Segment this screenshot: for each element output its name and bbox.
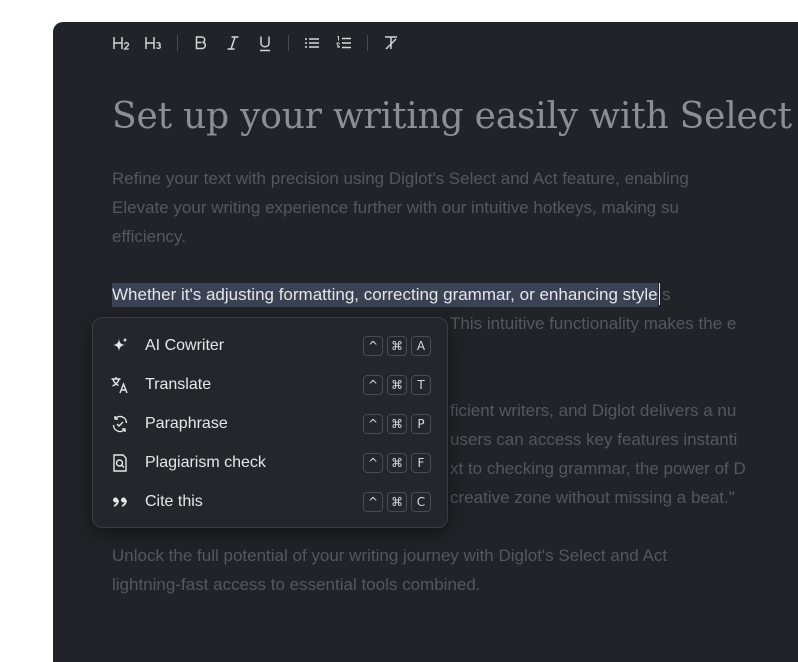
key-command: ⌘ [387,336,407,357]
key-letter: F [411,452,431,473]
paragraph-line: lightning-fast access to essential tools… [112,575,481,594]
select-and-act-menu: AI Cowriter ^ ⌘ A Translate ^ ⌘ T Paraph… [92,317,448,528]
formatting-toolbar [111,30,412,56]
clear-formatting-icon [385,36,397,50]
translate-icon [110,375,130,395]
plagiarism-icon [110,453,130,473]
bold-icon [195,36,207,50]
heading-2-icon [113,37,130,50]
paragraph-text: s [662,285,671,304]
key-command: ⌘ [387,452,407,473]
key-control: ^ [363,375,383,396]
menu-item-paraphrase[interactable]: Paraphrase ^ ⌘ P [93,405,447,444]
toolbar-divider [367,35,368,51]
paragraph-conclusion: Unlock the full potential of your writin… [112,541,798,599]
bullet-list-icon [305,38,319,48]
paragraph-intro: Refine your text with precision using Di… [112,164,798,251]
paragraph-line: Refine your text with precision using Di… [112,169,689,188]
shortcut-keys: ^ ⌘ P [359,413,431,434]
shortcut-keys: ^ ⌘ A [359,336,431,357]
key-letter: T [411,375,431,396]
underline-button[interactable] [254,31,276,55]
paraphrase-icon [110,414,130,434]
bullet-list-button[interactable] [301,31,323,55]
key-letter: P [411,413,431,434]
shortcut-keys: ^ ⌘ F [359,452,431,473]
toolbar-divider [177,35,178,51]
text-caret [658,283,661,305]
document-heading: Set up your writing easily with Select a… [112,96,798,137]
key-command: ⌘ [387,375,407,396]
heading-2-button[interactable] [111,31,133,55]
key-command: ⌘ [387,491,407,512]
menu-item-ai-cowriter[interactable]: AI Cowriter ^ ⌘ A [93,327,447,366]
menu-item-label: Plagiarism check [145,453,266,471]
key-control: ^ [363,491,383,512]
sparkle-icon [110,336,130,356]
toolbar-divider [288,35,289,51]
menu-item-cite-this[interactable]: Cite this ^ ⌘ C [93,482,447,521]
selected-text[interactable]: Whether it's adjusting formatting, corre… [112,283,658,307]
shortcut-keys: ^ ⌘ T [359,375,431,396]
menu-item-label: Cite this [145,492,203,510]
bold-button[interactable] [190,31,212,55]
shortcut-keys: ^ ⌘ C [359,491,431,512]
key-control: ^ [363,336,383,357]
menu-item-plagiarism-check[interactable]: Plagiarism check ^ ⌘ F [93,443,447,482]
paragraph-line: Elevate your writing experience further … [112,198,679,217]
key-control: ^ [363,413,383,434]
menu-item-label: AI Cowriter [145,337,225,355]
menu-item-label: Paraphrase [145,414,228,432]
underline-icon [260,36,270,51]
italic-button[interactable] [222,31,244,55]
clear-formatting-button[interactable] [380,31,402,55]
italic-icon [227,36,239,50]
paragraph-line: Unlock the full potential of your writin… [112,546,668,565]
key-control: ^ [363,452,383,473]
heading-3-icon [145,37,161,50]
paragraph-line: efficiency. [112,227,187,246]
key-command: ⌘ [387,413,407,434]
numbered-list-icon [336,36,351,49]
heading-3-button[interactable] [143,31,165,55]
key-letter: C [411,491,431,512]
quote-icon [110,492,130,512]
key-letter: A [411,336,431,357]
numbered-list-button[interactable] [333,31,355,55]
menu-item-translate[interactable]: Translate ^ ⌘ T [93,366,447,405]
menu-item-label: Translate [145,376,212,394]
